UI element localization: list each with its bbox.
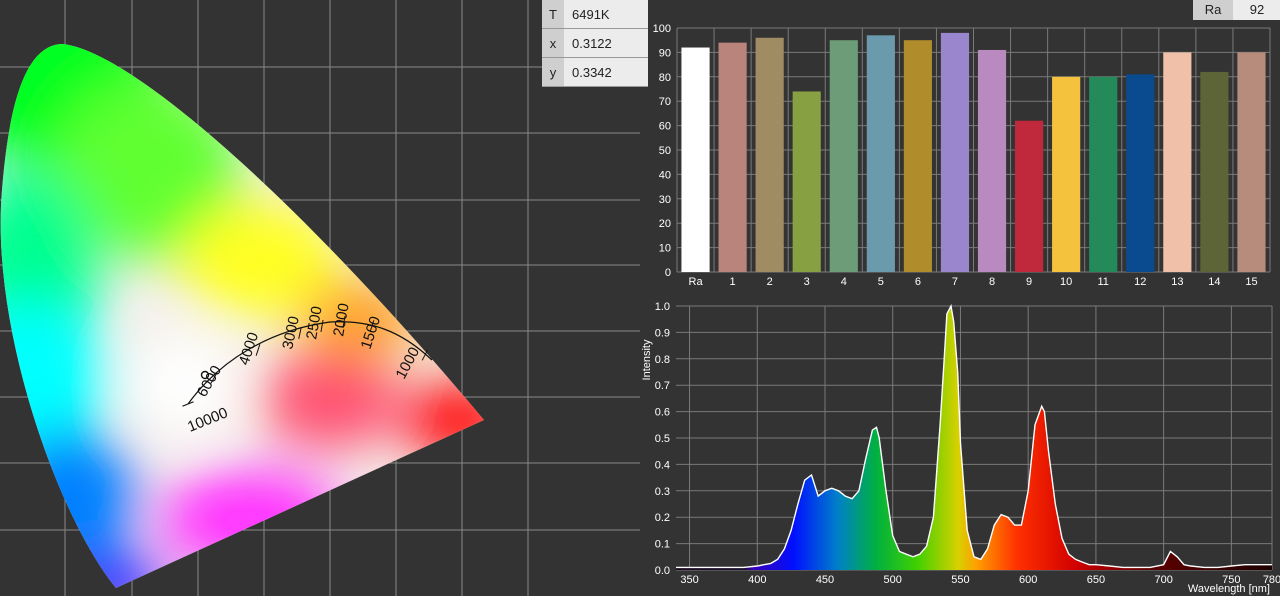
spectrum-chart: 0.0 0.1 0.2 0.3 0.4 0.5 0.6 0.7 0.8 0.9 1.0 350 400…	[641, 301, 1280, 595]
bar-y-label-80: 80	[659, 72, 671, 84]
bar-x-label-3: 3	[804, 276, 810, 288]
spectrum-grid	[676, 305, 1273, 571]
bar-y-label-70: 70	[659, 96, 671, 108]
bar-13	[1163, 52, 1192, 273]
bar-x-label-2: 2	[767, 276, 773, 288]
bar-y-label-60: 60	[659, 121, 671, 133]
bar-x-label-9: 9	[1026, 276, 1032, 288]
bar-8	[977, 49, 1007, 273]
bar-7	[940, 32, 970, 272]
bar-14	[1200, 71, 1229, 272]
cie-diagram: 1000060004000 3000 2500 2000 15001000	[0, 0, 640, 596]
bar-x-label-8: 8	[989, 276, 995, 288]
bar-4	[829, 40, 858, 273]
bar-y-label-20: 20	[659, 218, 671, 230]
bar-x-label-6: 6	[915, 276, 921, 288]
bar-y-label-100: 100	[653, 23, 671, 35]
bar-15	[1237, 52, 1266, 273]
spectrum-y-tick-labels: 0.0 0.1 0.2 0.3 0.4 0.5 0.6 0.7 0.8 0.9 1.0	[655, 301, 670, 577]
bar-x-label-13: 13	[1171, 276, 1183, 288]
spec-y-label-0.8: 0.8	[655, 354, 670, 366]
spec-x-label-500: 500	[884, 574, 902, 586]
spec-y-label-0.7: 0.7	[655, 380, 670, 392]
bar-6	[903, 40, 932, 273]
bar-x-label-4: 4	[841, 276, 847, 288]
spec-y-label-0.5: 0.5	[655, 433, 670, 445]
bar-x-tick-labels: Ra 1 2 3 4 5 6 7 8 9 10 11 12 13 14 15	[689, 276, 1258, 288]
chart-canvas: 1000060004000 3000 2500 2000 15001000 0 10 20 3…	[0, 0, 1280, 596]
y-value: 0.3342	[564, 57, 648, 87]
spec-y-label-0.9: 0.9	[655, 327, 670, 339]
spec-y-label-0.0: 0.0	[655, 565, 670, 577]
spec-y-label-1.0: 1.0	[655, 301, 670, 313]
bar-x-label-14: 14	[1208, 276, 1220, 288]
bar-x-label-11: 11	[1098, 276, 1109, 288]
readout-row-t: T 6491K	[542, 0, 648, 29]
spec-y-label-0.2: 0.2	[655, 512, 670, 524]
bar-x-label-Ra: Ra	[689, 276, 704, 288]
bar-x-label-7: 7	[952, 276, 958, 288]
cri-bar-chart: 0102030405060708090100 Ra 1 2 3 4 5 6 7 8 9 10 11 12…	[653, 23, 1275, 288]
spec-y-label-0.4: 0.4	[655, 459, 670, 471]
t-label: T	[542, 0, 564, 29]
readout-row-x: x 0.3122	[542, 28, 648, 58]
ra-label: Ra	[1193, 0, 1233, 20]
bar-x-label-15: 15	[1245, 276, 1257, 288]
chromaticity-readout: T 6491K x 0.3122 y 0.3342	[542, 0, 648, 87]
spectrum-x-axis-label: Wavelength [nm]	[1188, 583, 1270, 595]
spec-x-label-400: 400	[748, 574, 766, 586]
bar-x-label-1: 1	[730, 276, 736, 288]
bar-y-label-40: 40	[659, 169, 671, 181]
bar-10	[1052, 76, 1081, 272]
bar-x-label-12: 12	[1134, 276, 1146, 288]
spec-x-label-650: 650	[1087, 574, 1105, 586]
bar-12	[1126, 74, 1155, 272]
y-label: y	[542, 57, 564, 87]
bar-x-label-5: 5	[878, 276, 884, 288]
spec-y-label-0.3: 0.3	[655, 486, 670, 498]
bar-2	[755, 37, 784, 273]
spec-y-label-0.6: 0.6	[655, 407, 670, 419]
bar-y-label-30: 30	[659, 194, 671, 206]
bar-9	[1015, 120, 1044, 272]
bar-y-tick-labels: 0 10 20 30 40 50 60 70 80 90 100	[653, 23, 671, 279]
bar-y-label-50: 50	[659, 145, 671, 157]
spec-x-label-350: 350	[680, 574, 698, 586]
x-label: x	[542, 28, 564, 58]
spec-x-label-600: 600	[1019, 574, 1037, 586]
bar-y-label-0: 0	[665, 267, 671, 279]
spec-x-label-700: 700	[1154, 574, 1172, 586]
t-value: 6491K	[564, 0, 648, 29]
ra-value: 92	[1233, 0, 1280, 20]
bar-x-label-10: 10	[1060, 276, 1072, 288]
bar-Ra	[681, 47, 710, 272]
spec-y-label-0.1: 0.1	[655, 539, 670, 551]
chromaticity-locus	[0, 44, 485, 588]
spectrum-line	[676, 303, 1272, 569]
readout-row-y: y 0.3342	[542, 57, 648, 87]
bar-1	[718, 42, 747, 272]
bar-11	[1089, 76, 1118, 272]
spec-x-label-450: 450	[816, 574, 834, 586]
bar-3	[792, 91, 821, 272]
ra-badge: Ra 92	[1193, 0, 1280, 20]
spectrum-y-axis-label: Intensity	[641, 339, 653, 380]
bar-y-label-10: 10	[659, 243, 671, 255]
x-value: 0.3122	[564, 28, 648, 58]
bar-5	[866, 35, 895, 272]
bar-y-label-90: 90	[659, 47, 671, 59]
spec-x-label-550: 550	[951, 574, 969, 586]
